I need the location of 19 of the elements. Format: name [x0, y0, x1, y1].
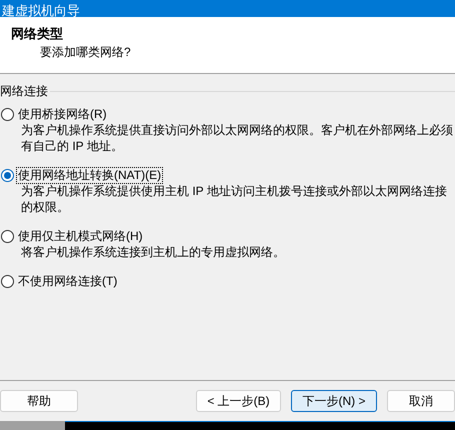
group-label: 网络连接 [0, 84, 49, 98]
window-title: 建虚拟机向导 [1, 4, 80, 17]
header-title: 网络类型 [11, 25, 64, 43]
radio-button[interactable] [1, 169, 14, 182]
radio-button[interactable] [1, 275, 14, 288]
back-button[interactable]: < 上一步(B) [196, 390, 281, 412]
option-description: 为客户机操作系统提供直接访问外部以太网网络的权限。客户机在外部网络上必须有自己的 IP 地址。 [20, 122, 454, 154]
option-label[interactable]: 使用网络地址转换(NAT)(E) [17, 168, 162, 183]
option-description: 将客户机操作系统连接到主机上的专用虚拟网络。 [20, 244, 286, 260]
header-subtitle: 要添加哪类网络? [39, 44, 132, 61]
option-label[interactable]: 使用仅主机模式网络(H) [17, 229, 144, 244]
option-label[interactable]: 不使用网络连接(T) [17, 274, 118, 289]
help-button[interactable]: 帮助 [0, 390, 78, 412]
radio-button[interactable] [1, 230, 14, 243]
cancel-button[interactable]: 取消 [387, 390, 455, 412]
option-label[interactable]: 使用桥接网络(R) [17, 107, 108, 122]
next-button[interactable]: 下一步(N) > [291, 390, 377, 412]
radio-button[interactable] [1, 108, 14, 121]
option-description: 为客户机操作系统提供使用主机 IP 地址访问主机拨号连接或外部以太网网络连接的权限。 [20, 183, 448, 215]
